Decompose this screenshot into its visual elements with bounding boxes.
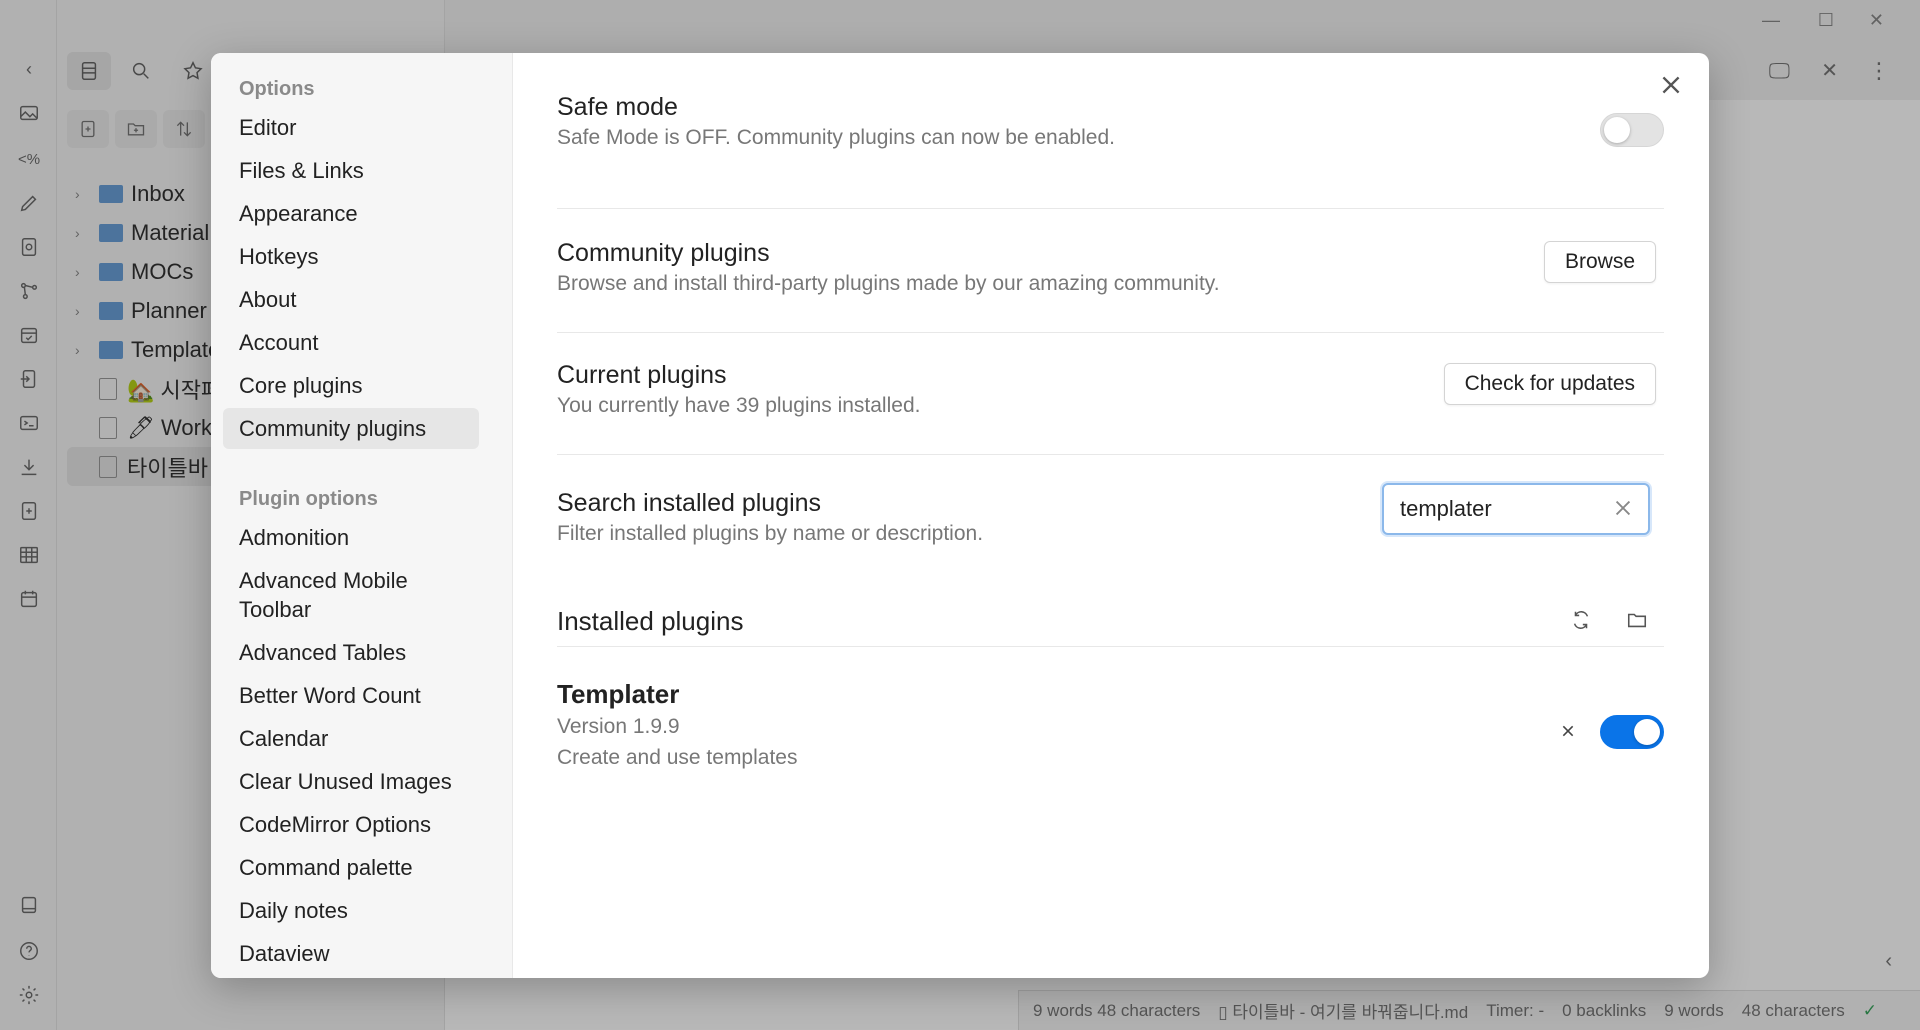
- plugin-item-templater: Templater Version 1.9.9 Create and use t…: [557, 677, 1664, 787]
- community-plugins-setting: Community plugins Browse and install thi…: [557, 237, 1664, 333]
- nav-item[interactable]: Community plugins: [223, 408, 479, 449]
- safe-mode-setting: Safe mode Safe Mode is OFF. Community pl…: [557, 91, 1664, 209]
- nav-item[interactable]: Account: [223, 322, 479, 363]
- search-installed-setting: Search installed plugins Filter installe…: [557, 483, 1664, 579]
- plugin-version: Version 1.9.9: [557, 715, 680, 738]
- options-heading: Options: [239, 77, 315, 100]
- setting-name: Safe mode: [557, 93, 678, 121]
- installed-plugins-heading: Installed plugins: [557, 606, 744, 636]
- nav-item[interactable]: Better Word Count: [223, 675, 479, 716]
- setting-desc: Safe Mode is OFF. Community plugins can …: [557, 126, 1115, 149]
- plugin-options-heading: Plugin options: [239, 487, 378, 510]
- nav-item[interactable]: Editor: [223, 107, 479, 148]
- plugin-description: Create and use templates: [557, 746, 798, 769]
- reload-plugins-icon[interactable]: [1570, 609, 1598, 637]
- nav-item[interactable]: Appearance: [223, 193, 479, 234]
- uninstall-plugin-icon[interactable]: [1560, 723, 1582, 745]
- search-plugins-field: [1382, 483, 1650, 535]
- clear-search-icon[interactable]: [1612, 497, 1636, 521]
- nav-item[interactable]: Advanced Mobile Toolbar: [223, 560, 479, 630]
- setting-name: Community plugins: [557, 239, 770, 267]
- open-plugins-folder-icon[interactable]: [1626, 609, 1654, 637]
- plugin-name: Templater: [557, 679, 680, 709]
- installed-plugins-header: Installed plugins: [557, 605, 1664, 647]
- setting-desc: Browse and install third-party plugins m…: [557, 272, 1220, 295]
- browse-button[interactable]: Browse: [1543, 241, 1656, 283]
- settings-content: Safe mode Safe Mode is OFF. Community pl…: [557, 53, 1664, 978]
- nav-item[interactable]: CodeMirror Options: [223, 804, 479, 845]
- nav-item[interactable]: Clear Unused Images: [223, 761, 479, 802]
- nav-item[interactable]: Files & Links: [223, 150, 479, 191]
- check-for-updates-button[interactable]: Check for updates: [1443, 363, 1656, 405]
- plugin-enable-toggle[interactable]: [1600, 715, 1664, 749]
- search-plugins-input[interactable]: [1400, 496, 1590, 522]
- nav-item[interactable]: Command palette: [223, 847, 479, 888]
- nav-item[interactable]: About: [223, 279, 479, 320]
- nav-item[interactable]: Hotkeys: [223, 236, 479, 277]
- nav-item[interactable]: Core plugins: [223, 365, 479, 406]
- settings-nav: Options Editor Files & Links Appearance Hot…: [211, 53, 513, 978]
- nav-item[interactable]: Admonition: [223, 517, 479, 558]
- settings-modal: Options Editor Files & Links Appearance Hot…: [211, 53, 1709, 978]
- nav-item[interactable]: Calendar: [223, 718, 479, 759]
- safe-mode-toggle[interactable]: [1600, 113, 1664, 147]
- nav-item[interactable]: Advanced Tables: [223, 632, 479, 673]
- nav-item[interactable]: Dataview: [223, 933, 479, 974]
- current-plugins-setting: Current plugins You currently have 39 pl…: [557, 359, 1664, 455]
- nav-item[interactable]: Daily notes: [223, 890, 479, 931]
